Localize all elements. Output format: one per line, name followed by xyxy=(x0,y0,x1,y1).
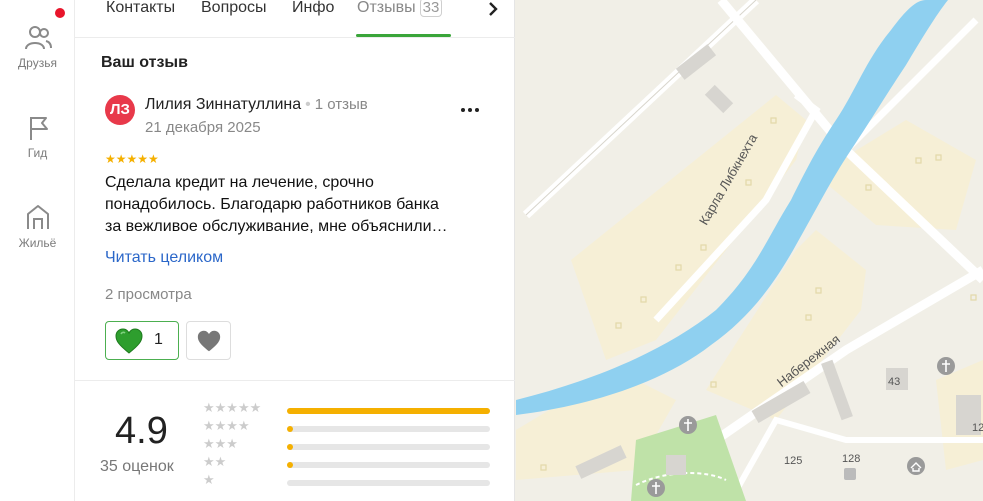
left-rail: Друзья Гид Жильё xyxy=(0,0,75,501)
review-rating-stars: ★★★★★ xyxy=(105,152,159,166)
avatar[interactable]: ЛЗ xyxy=(105,95,135,125)
active-tab-indicator xyxy=(356,34,451,37)
friends-icon xyxy=(24,26,52,50)
house-number: 128 xyxy=(842,453,861,465)
map[interactable]: Карла Либкнехта Набережная 43 125 128 12 xyxy=(516,0,983,501)
more-options-icon[interactable] xyxy=(458,98,482,122)
review-date: 21 декабря 2025 xyxy=(145,119,261,136)
map-canvas[interactable] xyxy=(516,0,983,501)
distribution-bar-fill xyxy=(287,408,490,414)
rail-label: Гид xyxy=(27,146,48,160)
tab-contacts[interactable]: Контакты xyxy=(106,0,175,36)
rating-distribution-row: ★ xyxy=(203,472,493,489)
rating-distribution-row: ★★★★★ xyxy=(203,400,493,417)
rating-score: 4.9 xyxy=(115,410,168,452)
rating-count: 35 оценок xyxy=(100,458,174,475)
rail-item-friends[interactable]: Друзья xyxy=(0,24,75,70)
review-text-line: понадобилось. Благодарю работников банка xyxy=(105,196,439,213)
distribution-bar-fill xyxy=(287,426,294,432)
distribution-stars: ★★★★ xyxy=(203,418,250,433)
distribution-bar-fill xyxy=(287,444,294,450)
distribution-bar-track xyxy=(287,408,490,414)
separator-dot: • xyxy=(305,96,311,113)
green-heart-icon xyxy=(115,328,143,354)
notification-dot xyxy=(55,8,65,18)
distribution-bar-fill xyxy=(287,462,294,468)
tab-questions[interactable]: Вопросы xyxy=(201,0,267,36)
review-author-line: Лилия Зиннатуллина • 1 отзыв xyxy=(145,96,368,114)
rating-distribution-row: ★★★ xyxy=(203,436,493,453)
like-count: 1 xyxy=(154,331,163,348)
read-more-link[interactable]: Читать целиком xyxy=(105,249,223,267)
views-count: 2 просмотра xyxy=(105,286,192,303)
tab-reviews[interactable]: Отзывы 33 xyxy=(357,0,443,36)
distribution-bar-track xyxy=(287,462,490,468)
house-pin-icon[interactable] xyxy=(907,457,925,475)
grey-heart-icon xyxy=(197,330,221,352)
transit-stop-icon[interactable] xyxy=(844,468,856,480)
distribution-bar-track xyxy=(287,426,490,432)
section-title: Ваш отзыв xyxy=(101,54,188,71)
divider xyxy=(75,380,515,381)
author-name[interactable]: Лилия Зиннатуллина xyxy=(145,96,301,113)
author-review-count: 1 отзыв xyxy=(314,96,368,113)
distribution-bar-track xyxy=(287,480,490,486)
rating-distribution-row: ★★ xyxy=(203,454,493,471)
house-number: 43 xyxy=(888,376,901,388)
review-text-line: Сделала кредит на лечение, срочно xyxy=(105,174,374,191)
house-icon xyxy=(26,205,49,229)
distribution-stars: ★★★★★ xyxy=(203,400,262,415)
rating-distribution-row: ★★★★ xyxy=(203,418,493,435)
rail-item-guide[interactable]: Гид xyxy=(0,114,75,160)
rail-item-housing[interactable]: Жильё xyxy=(0,202,75,250)
house-number: 12 xyxy=(972,422,983,434)
dislike-button[interactable] xyxy=(186,321,231,360)
tab-reviews-count: 33 xyxy=(419,0,443,17)
distribution-stars: ★★★ xyxy=(203,436,238,451)
rail-label: Друзья xyxy=(18,56,57,70)
organization-panel: Контакты Вопросы Инфо Отзывы 33 Ваш отзыв… xyxy=(75,0,515,501)
chevron-right-icon[interactable] xyxy=(483,0,503,20)
distribution-stars: ★ xyxy=(203,472,215,487)
tab-reviews-label: Отзывы xyxy=(357,0,416,16)
tab-bar: Контакты Вопросы Инфо Отзывы 33 xyxy=(75,0,515,38)
distribution-stars: ★★ xyxy=(203,454,227,469)
like-button[interactable]: 1 xyxy=(105,321,179,360)
house-number: 125 xyxy=(784,455,803,467)
distribution-bar-track xyxy=(287,444,490,450)
flag-icon xyxy=(29,117,48,140)
map-building xyxy=(666,455,686,475)
rail-label: Жильё xyxy=(18,236,57,250)
review-text-line: за вежливое обслуживание, мне объяснили… xyxy=(105,218,448,235)
tab-info[interactable]: Инфо xyxy=(292,0,334,36)
review-text: Сделала кредит на лечение, срочно понадо… xyxy=(105,172,495,238)
